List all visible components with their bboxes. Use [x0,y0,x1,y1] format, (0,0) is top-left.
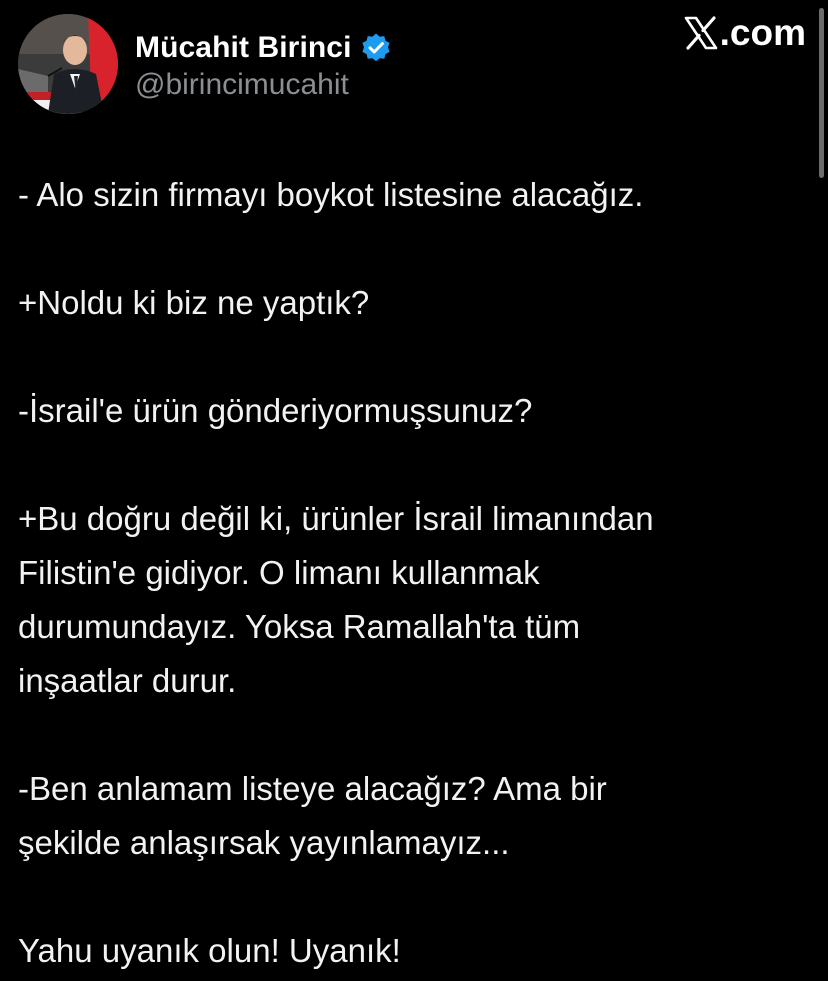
tweet-card: Mücahit Birinci @birincimucahit .com - A… [0,0,828,981]
tweet-paragraph: +Noldu ki biz ne yaptık? [18,284,370,321]
author-display-name[interactable]: Mücahit Birinci [135,31,352,65]
tweet-paragraph: +Bu doğru değil ki, ürünler İsrail liman… [18,500,654,699]
author-name-row: Mücahit Birinci [135,28,392,68]
author-handle[interactable]: @birincimucahit [135,68,349,102]
profile-photo [18,14,118,114]
tweet-paragraph: - Alo sizin firmayı boykot listesine ala… [18,176,644,213]
scrollbar[interactable] [819,8,824,178]
avatar[interactable] [18,14,118,114]
tweet-text: - Alo sizin firmayı boykot listesine ala… [18,168,808,978]
tweet-paragraph: -İsrail'e ürün gönderiyormuşsunuz? [18,392,533,429]
site-watermark: .com [684,12,806,54]
verified-badge-icon [360,32,392,64]
site-domain-label: .com [719,12,806,53]
x-logo-icon [684,16,718,50]
tweet-paragraph: -Ben anlamam listeye alacağız? Ama bir ş… [18,770,607,861]
tweet-paragraph: Yahu uyanık olun! Uyanık! [18,932,401,969]
